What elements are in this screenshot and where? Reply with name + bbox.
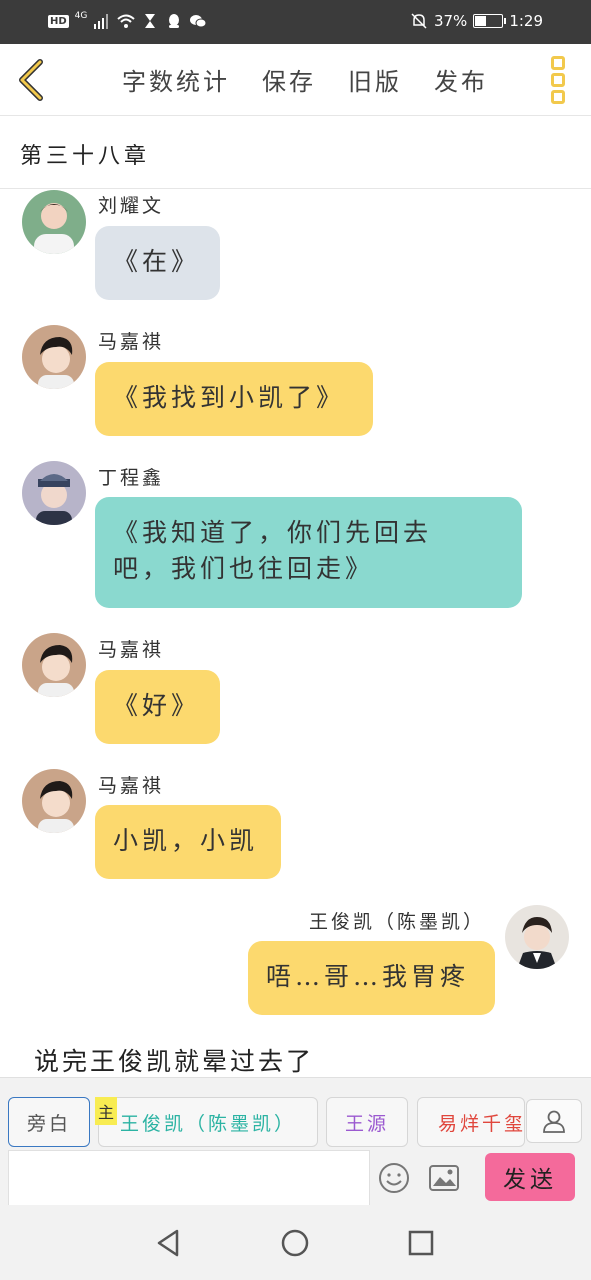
status-bar: HD 4G 37% 1:29 bbox=[0, 0, 591, 44]
chapter-header: 第三十八章 bbox=[0, 116, 591, 189]
qq-icon bbox=[169, 14, 180, 28]
message-bubble[interactable]: 唔…哥…我胃疼 bbox=[248, 941, 495, 1015]
main-character-badge: 主 bbox=[95, 1097, 117, 1125]
avatar[interactable] bbox=[22, 633, 86, 697]
clock: 1:29 bbox=[509, 12, 543, 30]
editor-toolbar: 字数统计 保存 旧版 发布 bbox=[0, 44, 591, 116]
sender-name: 马嘉祺 bbox=[98, 639, 165, 661]
word-count-button[interactable]: 字数统计 bbox=[122, 62, 230, 97]
person-icon[interactable] bbox=[526, 1099, 582, 1143]
message-bubble[interactable]: 《我知道了，你们先回去 吧，我们也往回走》 bbox=[95, 497, 522, 608]
old-version-button[interactable]: 旧版 bbox=[348, 62, 402, 97]
sender-name: 王俊凯（陈墨凯） bbox=[308, 911, 485, 933]
mute-bell-icon bbox=[411, 13, 427, 29]
composer: 旁白 王俊凯（陈墨凯） 主 王源 易烊千玺 发送 bbox=[0, 1077, 591, 1206]
role-label: 王源 bbox=[344, 1112, 389, 1135]
role-wang-junkai[interactable]: 王俊凯（陈墨凯） bbox=[98, 1097, 318, 1147]
avatar[interactable] bbox=[505, 905, 569, 969]
toolbar-actions: 字数统计 保存 旧版 发布 bbox=[122, 62, 488, 97]
avatar[interactable] bbox=[22, 461, 86, 525]
wechat-icon bbox=[190, 15, 207, 28]
status-right: 37% 1:29 bbox=[410, 12, 543, 30]
signal-icon bbox=[94, 14, 109, 29]
message-bubble[interactable]: 《我找到小凯了》 bbox=[95, 362, 373, 436]
message-line: 《我知道了，你们先回去 bbox=[113, 518, 433, 547]
message-bubble[interactable]: 小凯，小凯 bbox=[95, 805, 281, 879]
avatar[interactable] bbox=[22, 325, 86, 389]
home-circle-icon[interactable] bbox=[279, 1227, 311, 1259]
chat-area: 刘耀文 《在》 马嘉祺 《我找到小凯了》 丁程鑫 《我知道了，你们先回去 吧，我… bbox=[0, 189, 591, 1077]
chapter-title: 第三十八章 bbox=[20, 144, 151, 169]
role-label: 易烊千玺 bbox=[438, 1112, 525, 1135]
avatar[interactable] bbox=[22, 769, 86, 833]
battery-icon bbox=[473, 14, 507, 28]
role-wang-yuan[interactable]: 王源 bbox=[326, 1097, 408, 1147]
sender-name: 马嘉祺 bbox=[98, 331, 165, 353]
save-button[interactable]: 保存 bbox=[262, 62, 316, 97]
battery-level bbox=[475, 16, 486, 26]
message-input[interactable] bbox=[8, 1150, 370, 1206]
message-bubble[interactable]: 《在》 bbox=[95, 226, 220, 300]
sender-name: 刘耀文 bbox=[98, 195, 165, 217]
send-button[interactable]: 发送 bbox=[485, 1153, 575, 1201]
role-label: 旁白 bbox=[26, 1112, 71, 1135]
image-icon[interactable] bbox=[428, 1164, 460, 1192]
back-chevron-icon[interactable] bbox=[14, 58, 50, 102]
back-triangle-icon[interactable] bbox=[153, 1227, 185, 1259]
more-menu-icon[interactable] bbox=[547, 56, 569, 104]
sender-name: 丁程鑫 bbox=[98, 467, 165, 489]
wifi-icon bbox=[117, 14, 136, 28]
sender-name: 马嘉祺 bbox=[98, 775, 165, 797]
message-bubble[interactable]: 《好》 bbox=[95, 670, 220, 744]
system-nav-bar bbox=[0, 1205, 591, 1280]
narration-text: 说完王俊凯就晕过去了 bbox=[34, 1047, 315, 1076]
role-label: 王俊凯（陈墨凯） bbox=[119, 1112, 296, 1135]
role-yi-yangqianxi[interactable]: 易烊千玺 bbox=[417, 1097, 525, 1147]
battery-percent: 37% bbox=[433, 12, 468, 30]
network-label: 4G bbox=[74, 11, 88, 21]
recents-square-icon[interactable] bbox=[405, 1227, 437, 1259]
avatar[interactable] bbox=[22, 190, 86, 254]
hd-badge: HD bbox=[48, 14, 69, 28]
message-line: 吧，我们也往回走》 bbox=[113, 554, 375, 583]
hourglass-icon bbox=[145, 14, 156, 28]
smiley-icon[interactable] bbox=[378, 1162, 410, 1194]
publish-button[interactable]: 发布 bbox=[434, 62, 488, 97]
role-narrator[interactable]: 旁白 bbox=[8, 1097, 90, 1147]
status-left: HD 4G bbox=[48, 11, 207, 30]
